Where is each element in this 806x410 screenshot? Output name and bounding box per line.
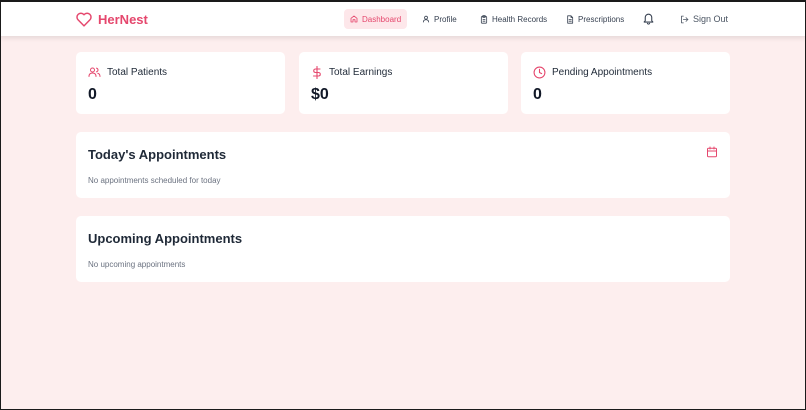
stat-header: Pending Appointments (533, 66, 652, 79)
users-icon (88, 67, 101, 77)
nav-profile[interactable]: Profile (416, 9, 463, 29)
home-icon (350, 15, 358, 23)
file-text-icon (567, 14, 574, 24)
sign-out-button[interactable]: Sign Out (674, 9, 734, 29)
nav-health-records[interactable]: Health Records (474, 9, 553, 29)
sign-out-label: Sign Out (693, 14, 729, 24)
stat-label: Total Patients (107, 66, 168, 78)
nav-dashboard[interactable]: Dashboard (344, 9, 408, 29)
log-out-icon (681, 15, 689, 23)
stat-value: 0 (88, 86, 97, 103)
nav-prescriptions-label: Prescriptions (578, 14, 625, 24)
bell-icon (643, 13, 654, 25)
stat-label: Pending Appointments (552, 67, 653, 78)
user-icon (422, 15, 430, 23)
upcoming-appointments-title: Upcoming Appointments (88, 231, 243, 246)
stat-value: $0 (311, 86, 329, 103)
upcoming-appointments-card: Upcoming Appointments No upcoming appoin… (76, 216, 730, 282)
brand-name: HerNest (98, 11, 148, 27)
nav-profile-label: Profile (434, 14, 457, 24)
brand-logo[interactable]: HerNest (76, 10, 148, 28)
stat-card-total-patients: Total Patients 0 (76, 52, 285, 114)
stat-header: Total Earnings (311, 66, 392, 79)
dollar-icon (312, 66, 321, 79)
top-navbar: HerNest Dashboard Profile Health Records… (0, 0, 806, 36)
stat-card-pending-appointments: Pending Appointments 0 (521, 52, 730, 114)
clock-icon (533, 66, 546, 79)
todays-appointments-title: Today's Appointments (88, 147, 227, 162)
notifications-button[interactable] (636, 8, 661, 28)
stat-label: Total Earnings (329, 67, 393, 78)
stat-card-total-earnings: Total Earnings $0 (299, 52, 508, 114)
stat-value: 0 (533, 86, 542, 103)
nav-dashboard-label: Dashboard (362, 14, 402, 24)
heart-icon (76, 11, 92, 27)
upcoming-appointments-empty: No upcoming appointments (88, 260, 186, 269)
calendar-icon[interactable] (706, 146, 718, 158)
nav-health-records-label: Health Records (492, 14, 548, 24)
todays-appointments-card: Today's Appointments No appointments sch… (76, 132, 730, 198)
todays-appointments-empty: No appointments scheduled for today (88, 176, 221, 185)
nav-prescriptions[interactable]: Prescriptions (560, 9, 630, 29)
clipboard-icon (480, 14, 488, 24)
stat-header: Total Patients (88, 66, 167, 78)
